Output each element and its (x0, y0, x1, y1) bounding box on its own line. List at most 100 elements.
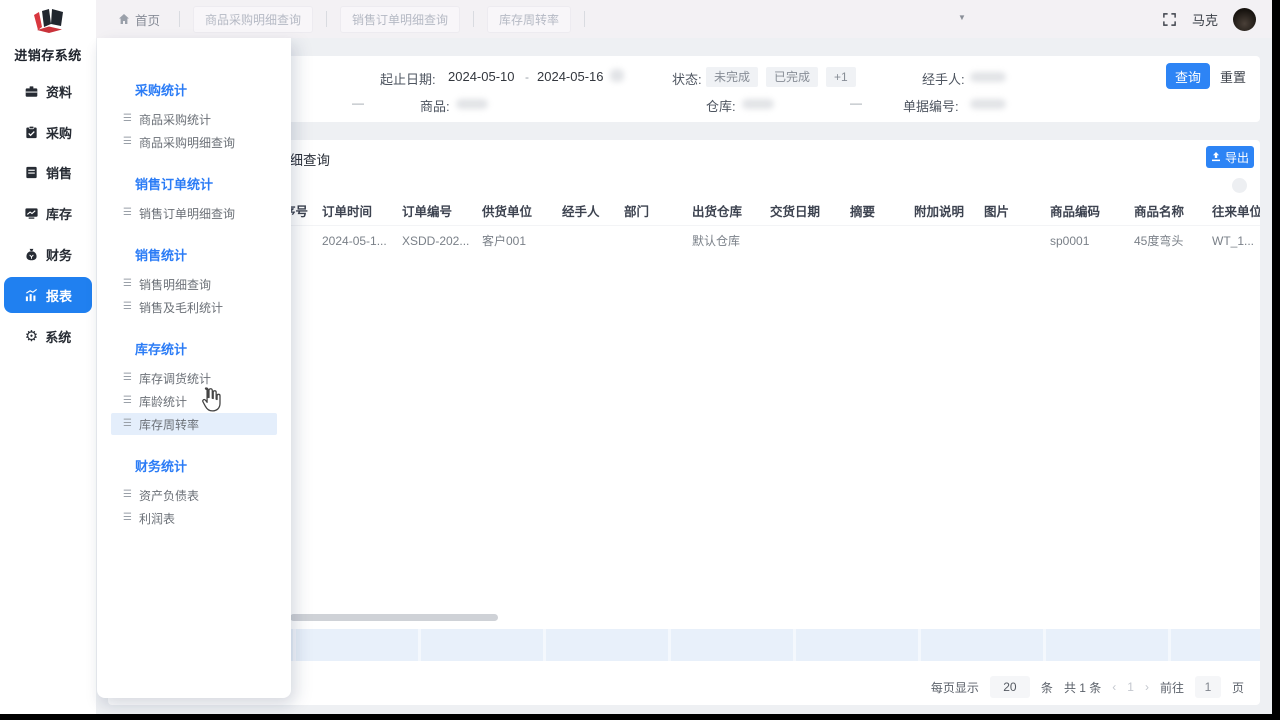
menu-item-label: 商品采购明细查询 (138, 135, 235, 150)
tab-home[interactable]: 首页 (112, 10, 166, 29)
menu-item-label: 销售订单明细查询 (138, 206, 235, 221)
cell-image (974, 227, 1040, 255)
doc-no-input-redacted[interactable] (970, 99, 1006, 109)
sidebar-item-sales[interactable]: 销售 (4, 154, 92, 190)
gear-icon: ⚙ (24, 327, 39, 345)
page-label: 页 (1231, 680, 1244, 695)
list-icon: ☰ (123, 395, 132, 406)
sidebar-item-label: 系统 (45, 329, 72, 345)
menu-item-product-purchase-detail[interactable]: ☰ 商品采购明细查询 (111, 131, 277, 153)
app-title: 进销存系统 (14, 48, 82, 63)
warehouse-select-redacted[interactable] (742, 99, 774, 109)
menu-item-product-purchase-stats[interactable]: ☰ 商品采购统计 (111, 108, 277, 130)
column-header: 订单编号 (402, 205, 453, 219)
menu-item-label: 库龄统计 (138, 394, 187, 409)
menu-item-label: 资产负债表 (138, 488, 199, 503)
fullscreen-icon[interactable] (1162, 12, 1177, 27)
search-button[interactable]: 查询 (1166, 63, 1210, 89)
money-bag-icon (26, 248, 37, 260)
tab-bar: 首页 商品采购明细查询 销售订单明细查询 库存周转率 (112, 5, 598, 33)
section-title: 销售统计 (135, 248, 188, 263)
cell-supplier: 客户001 (482, 234, 527, 248)
cell-warehouse: 默认仓库 (692, 234, 741, 248)
cell-summary (840, 227, 904, 255)
goto-page-input[interactable]: 1 (1194, 676, 1221, 698)
menu-item-sales-detail[interactable]: ☰ 销售明细查询 (111, 273, 277, 295)
menu-item-label: 库存调货统计 (138, 371, 211, 386)
screen: 进销存系统 资料 采购 销售 库存 财务 报表 ⚙ 系统 首页 商品采购明细查询… (0, 0, 1280, 720)
current-page[interactable]: 1 (1127, 680, 1134, 694)
user-name[interactable]: 马克 (1192, 10, 1218, 29)
horizontal-scrollbar[interactable] (290, 614, 498, 621)
handler-input-redacted[interactable] (970, 72, 1006, 82)
sidebar-item-label: 资料 (45, 84, 72, 100)
tab-divider (179, 11, 181, 27)
sidebar-item-inventory[interactable]: 库存 (4, 195, 92, 231)
menu-item-label: 销售及毛利统计 (138, 300, 223, 315)
column-settings-icon[interactable] (1232, 178, 1247, 193)
menu-item-label: 利润表 (138, 511, 175, 526)
logo-icon (34, 9, 63, 33)
cell-counterparty: WT_1... (1212, 234, 1255, 248)
per-page-select[interactable]: 20 (989, 676, 1030, 698)
list-icon: ☰ (123, 372, 132, 383)
menu-item-inventory-turnover[interactable]: ☰ 库存周转率 (111, 413, 277, 435)
tab-divider (584, 11, 586, 27)
menu-item-profit-statement[interactable]: ☰ 利润表 (111, 507, 277, 529)
doc-no-label: 单据编号: (903, 99, 959, 114)
column-header: 出货仓库 (692, 205, 743, 219)
status-tag: 已完成 (766, 67, 819, 87)
app-window: 进销存系统 资料 采购 销售 库存 财务 报表 ⚙ 系统 首页 商品采购明细查询… (0, 0, 1272, 714)
column-header: 订单时间 (322, 205, 373, 219)
date-from-value[interactable]: 2024-05-10 (448, 69, 515, 84)
briefcase-icon (25, 85, 38, 97)
pagination: 每页显示 20 条 共 1 条 ‹ 1 › 前往 1 页 (931, 676, 1244, 698)
menu-item-sales-order-detail[interactable]: ☰ 销售订单明细查询 (111, 202, 277, 224)
total-count: 共 1 条 (1063, 680, 1102, 695)
sidebar-item-system[interactable]: ⚙ 系统 (4, 318, 92, 354)
menu-item-label: 商品采购统计 (138, 112, 211, 127)
flyout-section-sales: 销售统计 ☰ 销售明细查询 ☰ 销售及毛利统计 (97, 245, 291, 318)
section-title: 采购统计 (135, 83, 188, 98)
flyout-section-sales-order: 销售订单统计 ☰ 销售订单明细查询 (97, 174, 291, 224)
tab-purchase-detail[interactable]: 商品采购明细查询 (193, 5, 314, 33)
menu-item-label: 库存周转率 (138, 417, 199, 432)
tab-sales-order-detail[interactable]: 销售订单明细查询 (340, 5, 461, 33)
menu-item-sales-profit-stats[interactable]: ☰ 销售及毛利统计 (111, 296, 277, 318)
menu-item-balance-sheet[interactable]: ☰ 资产负债表 (111, 484, 277, 506)
list-icon: ☰ (123, 418, 132, 429)
sidebar-item-label: 库存 (45, 206, 72, 222)
reset-button[interactable]: 重置 (1220, 67, 1246, 86)
per-page-label: 每页显示 (930, 680, 979, 695)
prev-page-icon[interactable]: ‹ (1112, 680, 1116, 694)
menu-item-label: 销售明细查询 (138, 277, 211, 292)
avatar[interactable] (1233, 7, 1256, 31)
cell-handler (552, 227, 614, 255)
sidebar-item-reports[interactable]: 报表 (4, 277, 92, 313)
date-to-value[interactable]: 2024-05-16 (537, 69, 604, 84)
sidebar-item-purchase[interactable]: 采购 (4, 114, 92, 150)
list-icon: ☰ (123, 136, 132, 147)
menu-item-inventory-age-stats[interactable]: ☰ 库龄统计 (111, 390, 277, 412)
chevron-down-icon[interactable]: ▼ (958, 13, 966, 22)
topbar: 首页 商品采购明细查询 销售订单明细查询 库存周转率 ▼ 马克 (96, 0, 1272, 38)
menu-item-inventory-transfer-stats[interactable]: ☰ 库存调货统计 (111, 367, 277, 389)
sidebar-item-finance[interactable]: 财务 (4, 236, 92, 272)
list-icon: ☰ (123, 278, 132, 289)
product-select-redacted[interactable] (456, 99, 488, 109)
cell-order-time: 2024-05-1... (322, 234, 387, 248)
next-page-icon[interactable]: › (1145, 680, 1149, 694)
home-icon (119, 14, 129, 24)
section-title: 财务统计 (135, 459, 188, 474)
sidebar-item-label: 财务 (45, 247, 72, 263)
list-icon: ☰ (123, 301, 132, 312)
flyout-section-finance: 财务统计 ☰ 资产负债表 ☰ 利润表 (97, 456, 291, 529)
export-button[interactable]: 导出 (1206, 146, 1254, 168)
export-label: 导出 (1224, 150, 1249, 165)
reports-flyout-menu: 采购统计 ☰ 商品采购统计 ☰ 商品采购明细查询 销售订单统计 ☰ 销售订单明细查询 … (97, 38, 291, 698)
bar-chart-icon (25, 288, 37, 301)
status-tag: 未完成 (706, 67, 759, 87)
sidebar-item-data[interactable]: 资料 (4, 73, 92, 109)
field-dash: — (850, 96, 862, 110)
tab-inventory-turnover[interactable]: 库存周转率 (487, 5, 572, 33)
